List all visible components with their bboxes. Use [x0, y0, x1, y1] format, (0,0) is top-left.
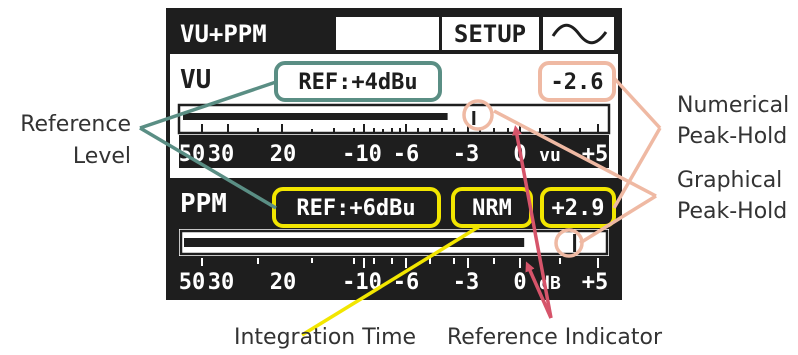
vu-scale-label: -6 — [393, 142, 420, 167]
vu-scale-label: -3 — [453, 142, 480, 167]
vu-scale-label: -10 — [342, 142, 382, 167]
sine-wave-icon[interactable] — [543, 17, 614, 50]
ppm-bar-fill — [184, 238, 525, 247]
vu-label: VU — [180, 65, 211, 95]
ppm-reference-value: REF:+6dBu — [296, 196, 415, 221]
vu-scale-label: vu — [539, 145, 561, 166]
ppm-scale-label: -6 — [393, 270, 420, 295]
ppm-label: PPM — [180, 189, 227, 219]
ppm-scale-label: +5 — [582, 270, 609, 295]
blank-field — [336, 17, 439, 50]
numerical-peak-hold-label-line1: Numerical — [677, 93, 789, 118]
graphical-peak-hold-label-line2: Peak-Hold — [677, 199, 787, 224]
vu-reference-value: REF:+4dBu — [298, 70, 417, 95]
ppm-scale-label: 20 — [270, 270, 297, 295]
ppm-scale-label: 30 — [208, 270, 235, 295]
numerical-peak-hold-label-line2: Peak-Hold — [677, 124, 787, 149]
reference-level-label-line1: Reference — [20, 112, 131, 137]
reference-level-label-line2: Level — [73, 144, 131, 169]
ppm-integration-value: NRM — [472, 196, 512, 221]
ppm-scale-label: -3 — [453, 270, 480, 295]
reference-indicator-label: Reference Indicator — [447, 325, 663, 350]
ppm-scale-label: 0 — [513, 270, 526, 295]
vu-peak-value: -2.6 — [551, 70, 604, 95]
graphical-peak-hold-label-line1: Graphical — [677, 168, 782, 193]
vu-scale-label: 20 — [270, 142, 297, 167]
ppm-scale-label: 50 — [179, 270, 206, 295]
lcd-display: VU+PPM SETUP VU REF:+4dBu -2.6 50 30 20 -10… — [166, 8, 622, 300]
header-bar: VU+PPM SETUP — [170, 12, 618, 54]
mode-label: VU+PPM — [180, 20, 267, 48]
setup-button-label: SETUP — [454, 20, 526, 48]
meter-diagram: VU+PPM SETUP VU REF:+4dBu -2.6 50 30 20 -10… — [20, 8, 789, 350]
integration-time-label: Integration Time — [234, 325, 416, 350]
setup-button[interactable]: SETUP — [442, 17, 539, 50]
vu-scale-label: 30 — [208, 142, 235, 167]
vu-bar-fill — [183, 113, 448, 120]
ppm-peak-value: +2.9 — [552, 196, 605, 221]
